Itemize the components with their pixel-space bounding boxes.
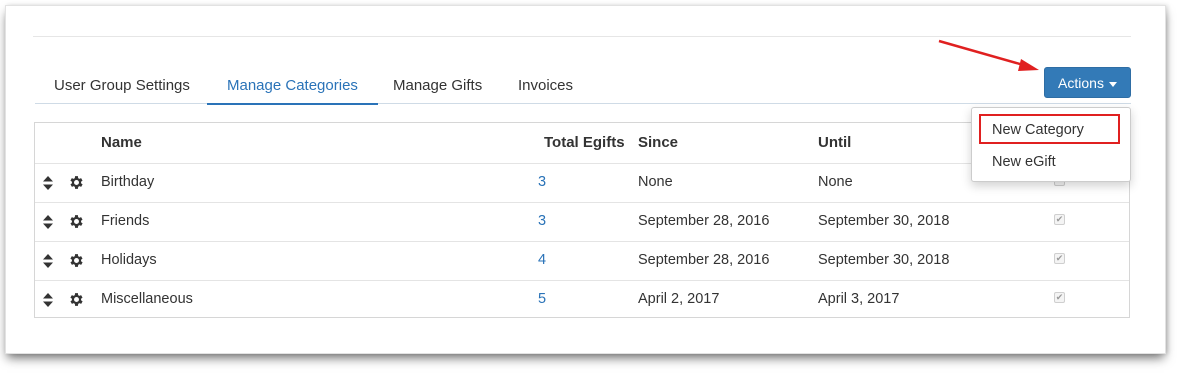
header-total-egifts: Total Egifts: [544, 134, 625, 151]
row-since: April 2, 2017: [638, 291, 720, 307]
row-until: None: [818, 174, 853, 190]
header-name: Name: [101, 134, 142, 151]
row-since: September 28, 2016: [638, 252, 770, 268]
sort-icon[interactable]: [43, 215, 53, 229]
tab-bar: User Group Settings Manage Categories Ma…: [35, 69, 1131, 105]
row-total-link[interactable]: 3: [538, 174, 546, 190]
categories-table: Name Total Egifts Since Until Birthday 3…: [34, 122, 1130, 318]
tab-manage-gifts[interactable]: Manage Gifts: [393, 69, 482, 103]
row-since: September 28, 2016: [638, 213, 770, 229]
row-until: April 3, 2017: [818, 291, 900, 307]
gear-icon[interactable]: [68, 291, 85, 308]
table-row: Miscellaneous 5 April 2, 2017 April 3, 2…: [35, 280, 1129, 319]
tab-manage-categories[interactable]: Manage Categories: [207, 69, 378, 105]
header-since: Since: [638, 134, 679, 151]
actions-label: Actions: [1058, 75, 1104, 91]
menu-item-new-egift[interactable]: New eGift: [992, 154, 1056, 170]
table-row: Birthday 3 None None: [35, 163, 1129, 202]
sort-icon[interactable]: [43, 293, 53, 307]
tab-user-group-settings[interactable]: User Group Settings: [54, 69, 190, 103]
row-checkbox[interactable]: ✔: [1054, 292, 1065, 303]
gear-icon[interactable]: [68, 252, 85, 269]
actions-dropdown-menu: New Category New eGift: [971, 107, 1131, 182]
tab-invoices[interactable]: Invoices: [518, 69, 573, 103]
gear-icon[interactable]: [68, 213, 85, 230]
row-until: September 30, 2018: [818, 213, 950, 229]
top-divider: [33, 36, 1131, 37]
row-checkbox[interactable]: ✔: [1054, 253, 1065, 264]
sort-icon[interactable]: [43, 176, 53, 190]
table-row: Holidays 4 September 28, 2016 September …: [35, 241, 1129, 280]
row-checkbox[interactable]: ✔: [1054, 214, 1065, 225]
row-name: Holidays: [101, 252, 157, 268]
sort-icon[interactable]: [43, 254, 53, 268]
row-name: Friends: [101, 213, 150, 229]
gear-icon[interactable]: [68, 174, 85, 191]
menu-item-new-category[interactable]: New Category: [992, 122, 1084, 138]
row-until: September 30, 2018: [818, 252, 950, 268]
row-total-link[interactable]: 4: [538, 252, 546, 268]
row-since: None: [638, 174, 673, 190]
row-name: Miscellaneous: [101, 291, 193, 307]
caret-down-icon: [1108, 81, 1117, 87]
actions-button[interactable]: Actions: [1044, 67, 1131, 98]
header-until: Until: [818, 134, 852, 151]
row-total-link[interactable]: 3: [538, 213, 546, 229]
table-row: Friends 3 September 28, 2016 September 3…: [35, 202, 1129, 241]
row-total-link[interactable]: 5: [538, 291, 546, 307]
row-name: Birthday: [101, 174, 155, 190]
red-arrow: [938, 39, 1039, 71]
